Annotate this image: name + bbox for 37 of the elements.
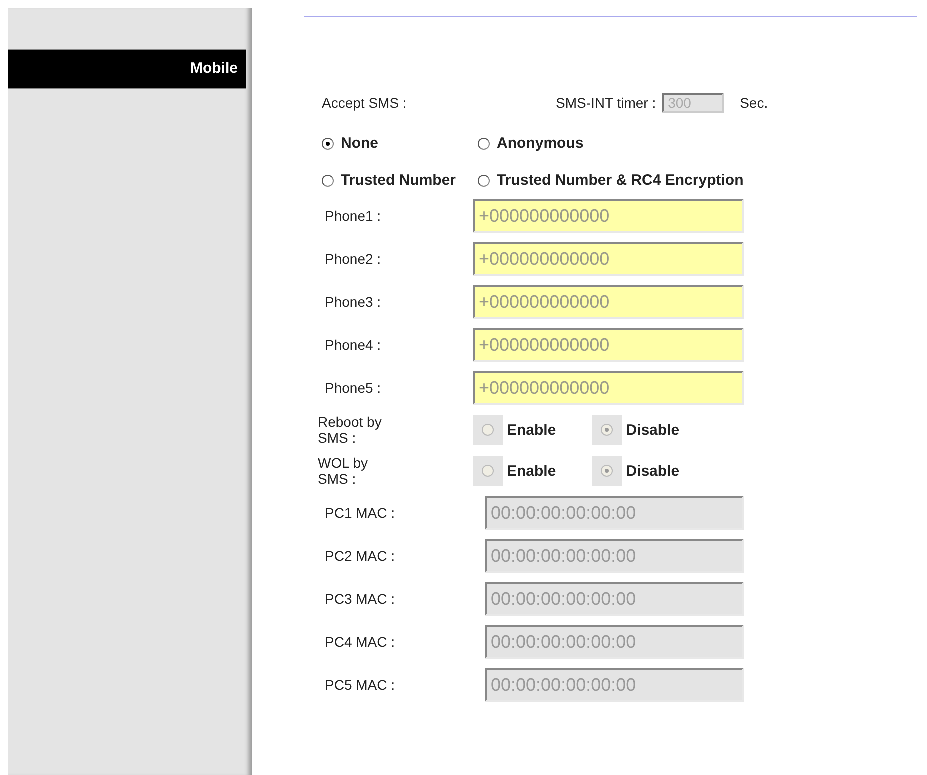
field-label: PC4 MAC :: [324, 634, 396, 650]
radio-icon[interactable]: [322, 138, 334, 150]
radio-icon[interactable]: [482, 465, 494, 477]
radio-option[interactable]: Anonymous: [478, 135, 744, 152]
radio-option[interactable]: None: [322, 135, 456, 152]
radio-icon[interactable]: [482, 424, 494, 436]
phone-field[interactable]: +000000000000: [473, 199, 744, 233]
field-label: PC3 MAC :: [324, 591, 396, 607]
field-label: Phone5 :: [324, 380, 382, 396]
phone-field[interactable]: +000000000000: [473, 371, 744, 405]
field-label: Phone3 :: [324, 294, 382, 310]
field-label: SMS-INT timer :: [556, 95, 656, 111]
radio-icon[interactable]: [601, 465, 614, 477]
radio-icon[interactable]: [478, 174, 490, 186]
field-label: Accept SMS :: [322, 95, 408, 111]
sidebar-item[interactable]: Mobile: [8, 49, 246, 89]
field-label: PC5 MAC :: [324, 677, 396, 693]
phone-field[interactable]: +000000000000: [473, 328, 744, 362]
radio-option[interactable]: Enable: [473, 415, 556, 445]
radio-option[interactable]: Disable: [592, 456, 680, 486]
radio-icon[interactable]: [478, 138, 490, 150]
field-label: Phone2 :: [324, 251, 382, 267]
field-label: Reboot by SMS :: [317, 414, 383, 446]
radio-icon[interactable]: [322, 174, 334, 186]
radio-option[interactable]: Enable: [473, 456, 556, 486]
field-label: PC1 MAC :: [324, 505, 396, 521]
field-label: Phone4 :: [324, 337, 382, 353]
radio-option[interactable]: Trusted Number & RC4 Encryption: [478, 172, 744, 189]
radio-icon[interactable]: [601, 424, 614, 436]
field-label: PC2 MAC :: [324, 548, 396, 564]
phone-field[interactable]: +000000000000: [473, 242, 744, 276]
unit-label: Sec.: [740, 95, 768, 111]
field-label: Phone1 :: [324, 208, 382, 224]
radio-option[interactable]: Disable: [592, 415, 680, 445]
radio-option[interactable]: Trusted Number: [322, 172, 456, 189]
field-label: WOL by SMS :: [317, 455, 370, 487]
phone-field[interactable]: +000000000000: [473, 285, 744, 319]
